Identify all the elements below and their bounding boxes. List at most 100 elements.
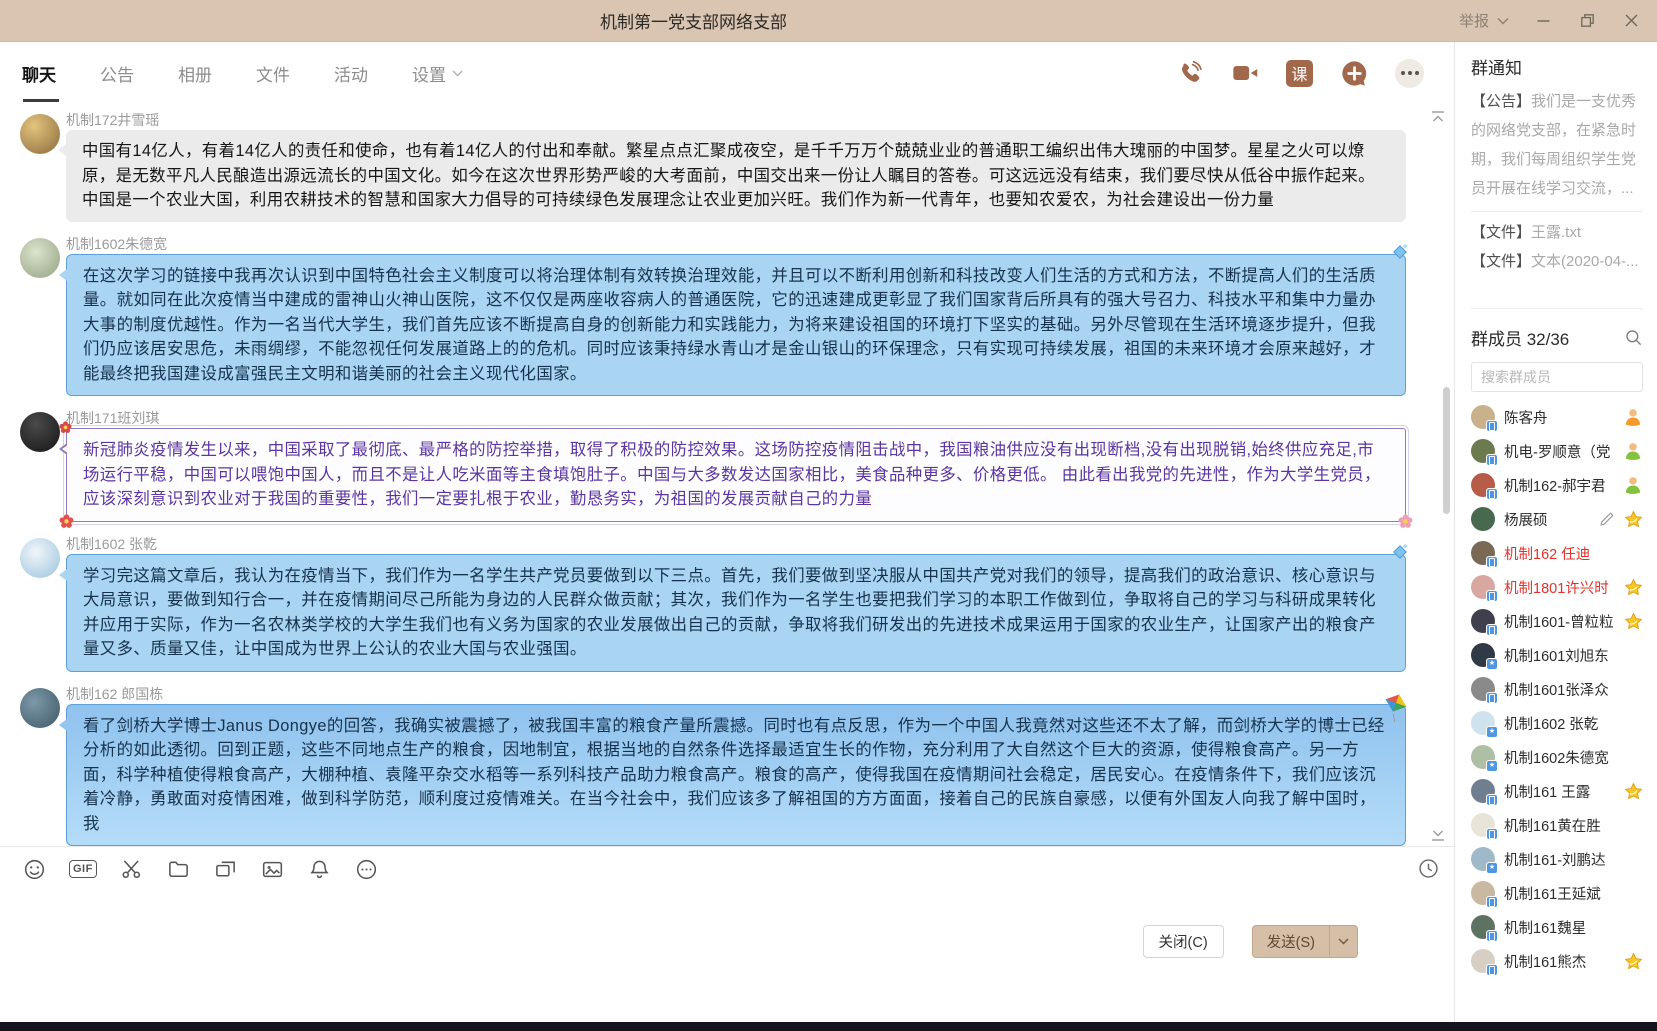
message-bubble[interactable]: 看了剑桥大学博士Janus Dongye的回答，我确实被震撼了，被我国丰富的粮食… <box>66 704 1406 847</box>
message-bubble[interactable]: 学习完这篇文章后，我认为在疫情当下，我们作为一名学生共产党员要做到以下三点。首先… <box>66 554 1406 672</box>
group-sidebar: 群通知 【公告】我们是一支优秀的网络党支部，在紧急时期，我们每周组织学生党员开展… <box>1454 42 1657 1022</box>
group-members-panel: 群成员 32/36 陈客舟 机电-罗顺意（党 <box>1471 308 1643 1022</box>
member-row[interactable]: 陈客舟 <box>1471 400 1643 434</box>
sender-name: 机制1602朱德宽 <box>66 234 1454 254</box>
member-name: 机制1602朱德宽 <box>1504 747 1643 768</box>
gif-icon[interactable]: GIF <box>69 860 97 878</box>
class-icon[interactable]: 课 <box>1286 60 1313 87</box>
member-name: 机制1602 张乾 <box>1504 713 1643 734</box>
member-row[interactable]: 机制161黄在胜 <box>1471 808 1643 842</box>
chat-message-area[interactable]: 机制172井雪瑶 中国有14亿人，有着14亿人的责任和使命，也有着14亿人的付出… <box>0 104 1454 846</box>
screenshot-icon[interactable] <box>120 857 144 881</box>
member-avatar <box>1471 575 1495 599</box>
avatar[interactable] <box>20 114 60 154</box>
message-input[interactable] <box>22 881 1434 921</box>
search-icon[interactable] <box>1624 328 1643 347</box>
member-name: 机制1601张泽众 <box>1504 679 1643 700</box>
member-list: 陈客舟 机电-罗顺意（党 机制162-郝宇君 <box>1471 400 1643 1022</box>
mobile-online-badge-icon <box>1486 692 1498 704</box>
member-name: 杨展硕 <box>1504 509 1589 530</box>
member-avatar <box>1471 473 1495 497</box>
message-bubble[interactable]: 中国有14亿人，有着14亿人的责任和使命，也有着14亿人的付出和奉献。繁星点点汇… <box>66 130 1406 222</box>
group-notice-title: 群通知 <box>1471 54 1643 79</box>
member-search-input[interactable] <box>1471 362 1643 392</box>
star-badge-overlay-icon <box>1486 726 1498 738</box>
online-status-person-icon <box>1623 475 1643 495</box>
message-bubble[interactable]: 在这次学习的链接中我再次认识到中国特色社会主义制度可以将治理体制有效转换治理效能… <box>66 254 1406 397</box>
close-button[interactable] <box>1621 11 1641 31</box>
mobile-online-badge-icon <box>1486 556 1498 568</box>
member-row[interactable]: 机制161 王露 <box>1471 774 1643 808</box>
tab-announcement[interactable]: 公告 <box>100 42 134 104</box>
member-avatar <box>1471 439 1495 463</box>
notification-bell-icon[interactable] <box>308 857 332 881</box>
send-file-folder-icon[interactable] <box>167 857 191 881</box>
group-announcement[interactable]: 【公告】我们是一支优秀的网络党支部，在紧急时期，我们每周组织学生党员开展在线学习… <box>1471 87 1643 203</box>
avatar[interactable] <box>20 688 60 728</box>
shared-file-item[interactable]: 【文件】王露.txt <box>1471 218 1643 247</box>
more-actions-icon[interactable] <box>1395 59 1424 88</box>
shared-file-item[interactable]: 【文件】文本(2020-04-... <box>1471 247 1643 276</box>
screen-share-icon[interactable] <box>214 857 238 881</box>
member-row[interactable]: 机制1602朱德宽 <box>1471 740 1643 774</box>
close-chat-button[interactable]: 关闭(C) <box>1143 925 1224 958</box>
member-row[interactable]: 机制161王延斌 <box>1471 876 1643 910</box>
tab-album[interactable]: 相册 <box>178 42 212 104</box>
member-avatar <box>1471 915 1495 939</box>
member-name: 机制162-郝宇君 <box>1504 475 1614 496</box>
collapse-panel-icon[interactable] <box>1430 110 1446 124</box>
mobile-online-badge-icon <box>1486 454 1498 466</box>
bubble-flower-decoration-icon <box>1398 514 1413 529</box>
member-row[interactable]: 机制1601张泽众 <box>1471 672 1643 706</box>
member-row[interactable]: 机电-罗顺意（党 <box>1471 434 1643 468</box>
message-history-clock-icon[interactable] <box>1417 857 1440 880</box>
message-composer[interactable]: GIF <box>0 846 1454 1022</box>
sender-name: 机制172井雪瑶 <box>66 110 1454 130</box>
member-row[interactable]: 机制1801许兴时 <box>1471 570 1643 604</box>
member-row[interactable]: 杨展硕 <box>1471 502 1643 536</box>
chat-message: 机制162 郎国栋 看了剑桥大学博士Janus Dongye的回答，我确实被震撼… <box>0 684 1454 847</box>
member-name: 机制1801许兴时 <box>1504 577 1615 598</box>
member-row[interactable]: 机制162-郝宇君 <box>1471 468 1643 502</box>
member-row[interactable]: 机制161-刘鹏达 <box>1471 842 1643 876</box>
invite-member-icon[interactable] <box>1339 58 1369 88</box>
tab-files[interactable]: 文件 <box>256 42 290 104</box>
member-row[interactable]: 机制162 任迪 <box>1471 536 1643 570</box>
member-avatar <box>1471 609 1495 633</box>
member-name: 机制162 任迪 <box>1504 543 1643 564</box>
member-name: 机电-罗顺意（党 <box>1504 441 1614 462</box>
voice-call-icon[interactable] <box>1174 58 1204 88</box>
member-row[interactable]: 机制1601-曾粒粒 <box>1471 604 1643 638</box>
send-options-chevron-icon[interactable] <box>1330 938 1357 945</box>
video-call-icon[interactable] <box>1230 58 1260 88</box>
report-button[interactable]: 举报 <box>1459 10 1509 31</box>
member-row[interactable]: 机制1601刘旭东 <box>1471 638 1643 672</box>
member-name: 机制161魏星 <box>1504 917 1643 938</box>
tab-settings[interactable]: 设置 <box>412 42 463 104</box>
member-avatar <box>1471 541 1495 565</box>
edit-pencil-icon[interactable] <box>1598 510 1616 528</box>
star-badge-icon <box>1624 578 1643 597</box>
qq-group-chat-window: 机制第一党支部网络支部 举报 聊天 公告 相册 文件 <box>0 0 1657 1031</box>
image-icon[interactable] <box>261 857 285 881</box>
titlebar[interactable]: 机制第一党支部网络支部 举报 <box>0 0 1657 42</box>
restore-button[interactable] <box>1577 11 1597 31</box>
member-row[interactable]: 机制1602 张乾 <box>1471 706 1643 740</box>
tab-chat[interactable]: 聊天 <box>22 42 56 104</box>
more-tools-icon[interactable] <box>355 857 379 881</box>
avatar[interactable] <box>20 238 60 278</box>
avatar[interactable] <box>20 538 60 578</box>
mobile-online-badge-icon <box>1486 590 1498 602</box>
chat-scrollbar[interactable] <box>1443 387 1450 514</box>
avatar[interactable] <box>20 412 60 452</box>
emoji-icon[interactable] <box>22 857 46 881</box>
bubble-flower-decoration-icon <box>59 514 74 529</box>
send-button[interactable]: 发送(S) <box>1252 925 1358 958</box>
member-avatar <box>1471 813 1495 837</box>
tab-activity[interactable]: 活动 <box>334 42 368 104</box>
message-bubble[interactable]: 新冠肺炎疫情发生以来，中国采取了最彻底、最严格的防控举措，取得了积极的防控效果。… <box>66 428 1406 522</box>
member-row[interactable]: 机制161熊杰 <box>1471 944 1643 978</box>
minimize-button[interactable] <box>1533 11 1553 31</box>
member-row[interactable]: 机制161魏星 <box>1471 910 1643 944</box>
scroll-to-latest-icon[interactable] <box>1430 828 1446 842</box>
